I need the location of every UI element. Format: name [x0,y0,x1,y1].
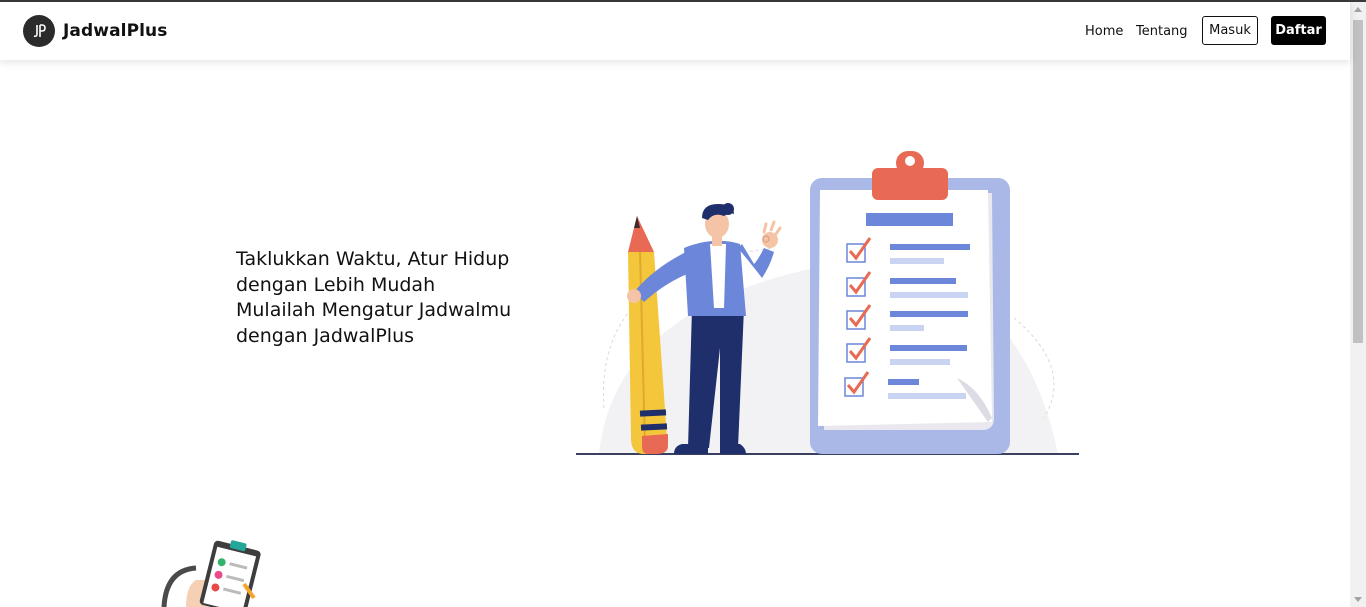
hero-line-4: dengan JadwalPlus [236,324,415,347]
brand-name: JadwalPlus [63,21,168,41]
hero-tagline: Taklukkan Waktu, Atur Hidup dengan Lebih… [236,247,536,349]
scroll-down-arrow-icon[interactable] [1354,597,1362,602]
jp-logo-icon [23,15,55,47]
schedule-clipboard-illustration [161,540,261,607]
hero-illustration [576,151,1079,455]
clipboard-icon [810,151,1010,454]
masuk-button[interactable]: Masuk [1202,16,1258,45]
scroll-up-arrow-icon[interactable] [1354,7,1362,12]
scrollbar-thumb[interactable] [1353,20,1363,343]
brand[interactable]: JadwalPlus [23,15,167,47]
nav-home-link[interactable]: Home [1085,24,1123,39]
vertical-scrollbar[interactable] [1350,2,1366,607]
daftar-button[interactable]: Daftar [1271,16,1326,45]
hero-line-1: Taklukkan Waktu, Atur Hidup [236,248,510,270]
hero-line-2: dengan Lebih Mudah [236,273,436,296]
nav-tentang-link[interactable]: Tentang [1136,24,1188,39]
hero-line-3: Mulailah Mengatur Jadwalmu [236,299,512,321]
navbar: JadwalPlus Home Tentang Masuk Daftar [0,2,1350,60]
